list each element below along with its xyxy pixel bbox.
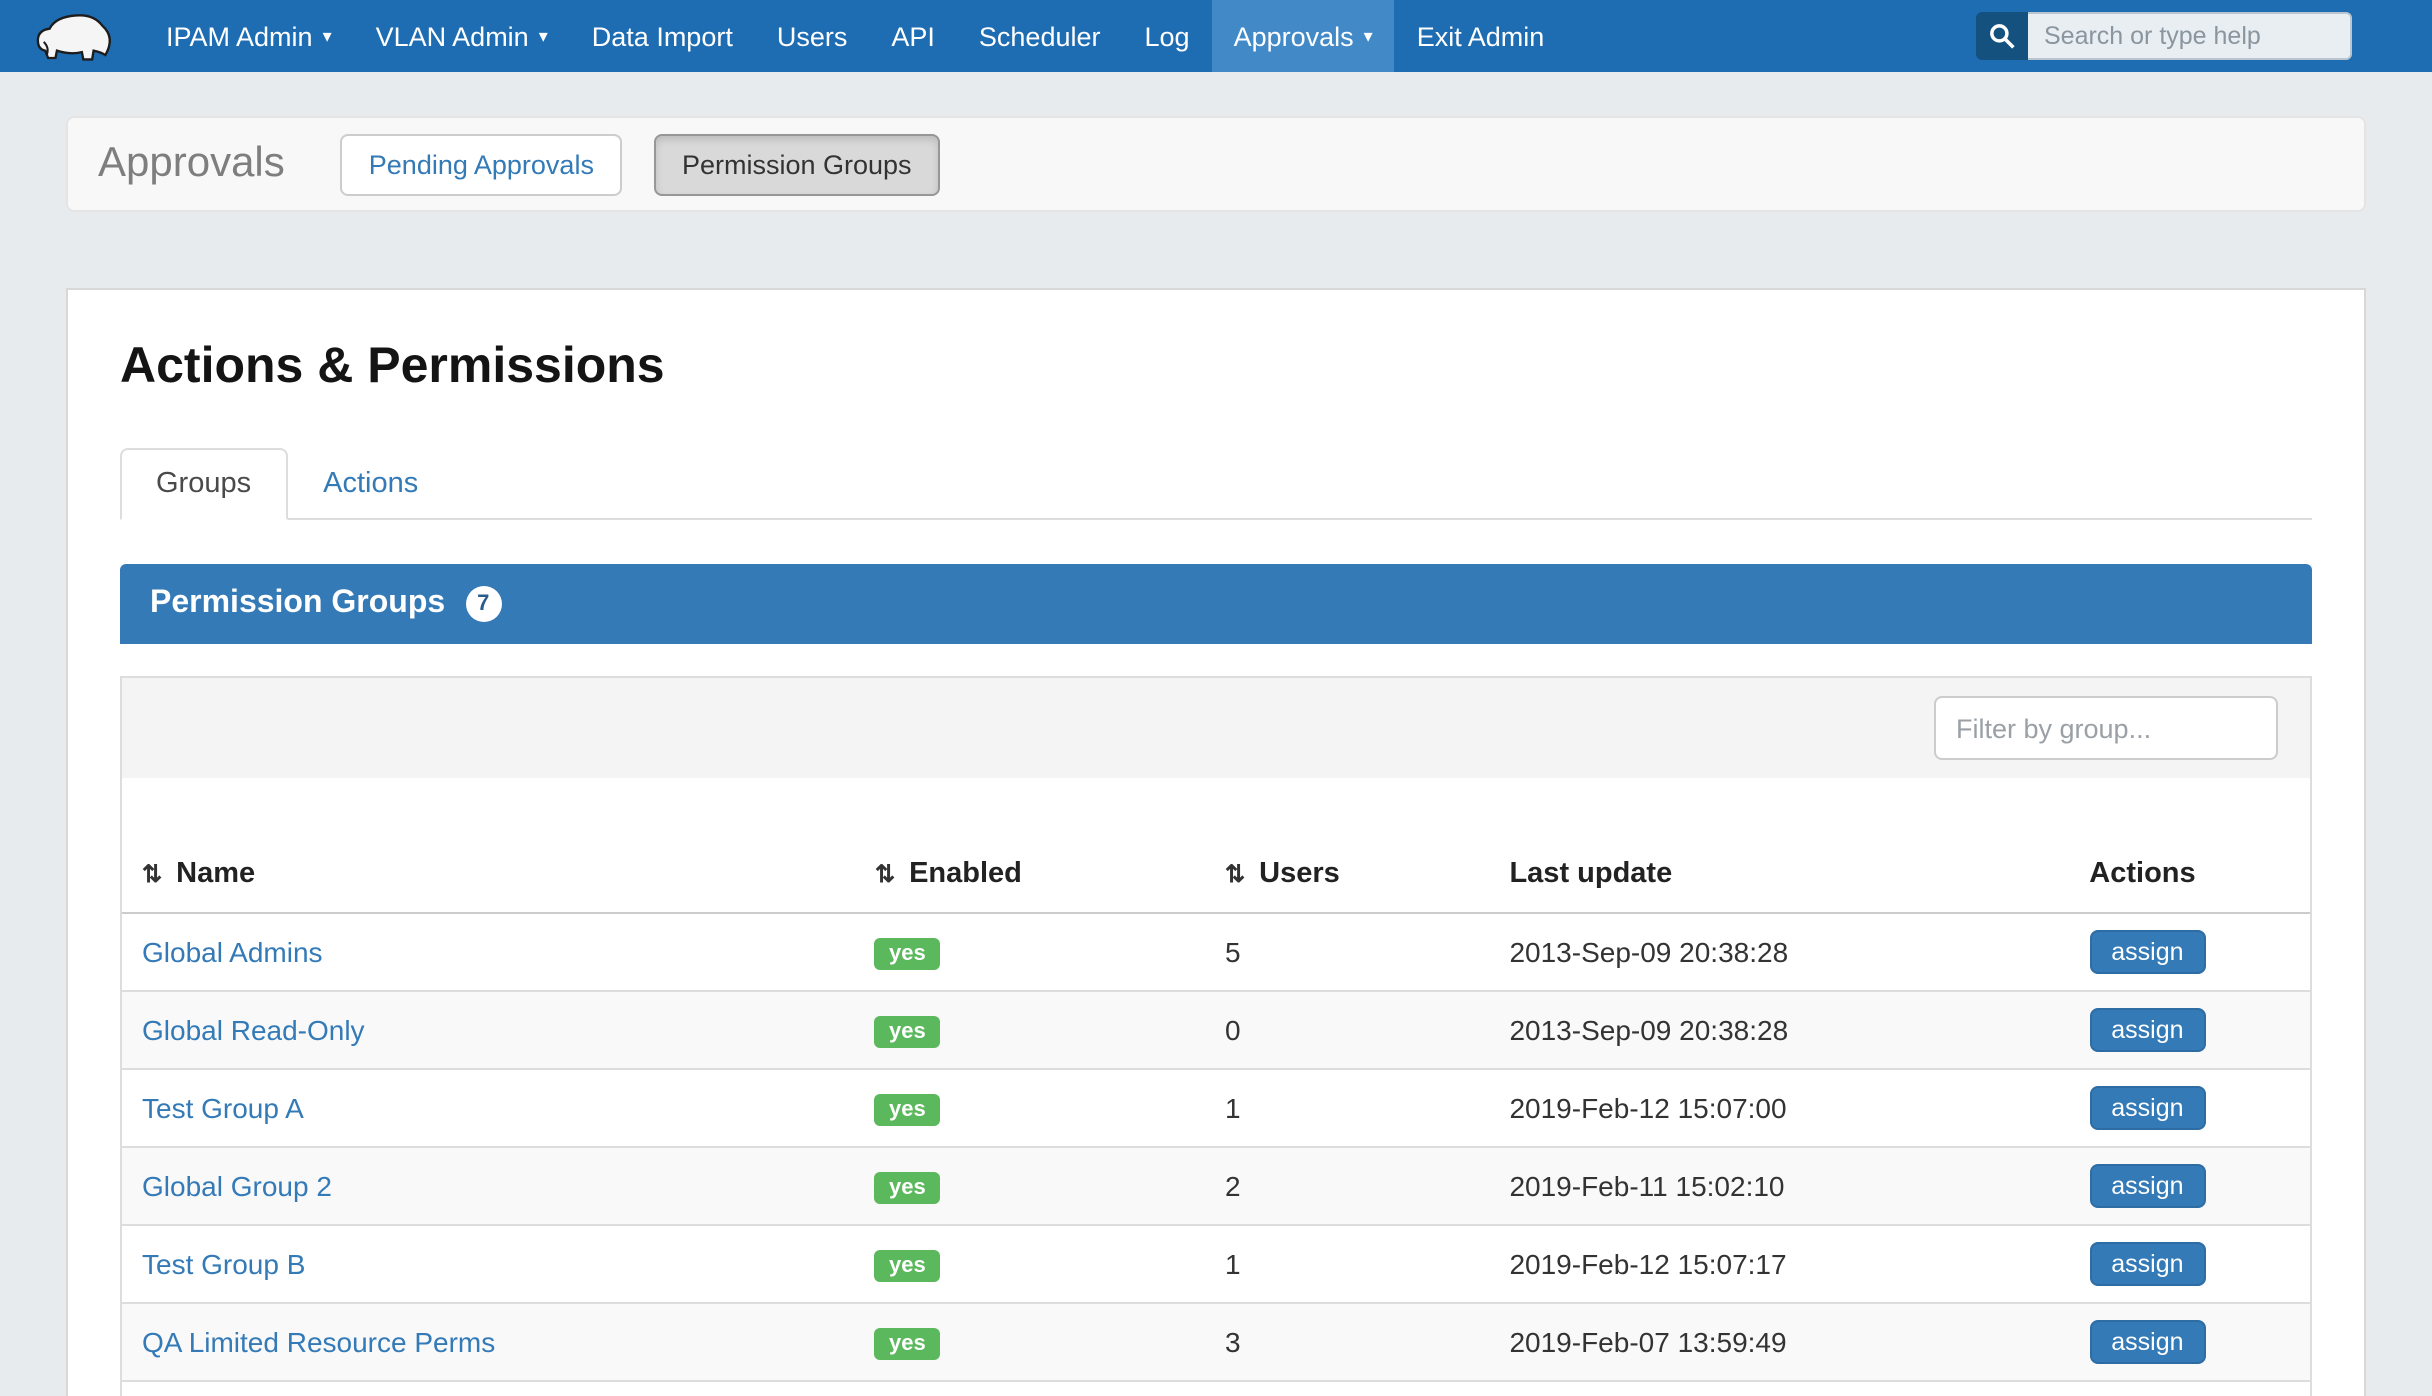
enabled-badge: yes xyxy=(875,1328,940,1360)
column-label: Name xyxy=(176,858,255,890)
search-input[interactable] xyxy=(2028,12,2352,60)
group-name-link[interactable]: Global Group 2 xyxy=(142,1170,332,1202)
last-update: 2013-Sep-09 20:38:28 xyxy=(1489,991,2069,1069)
table-row: Test Group A yes 1 2019-Feb-12 15:07:00 … xyxy=(122,1069,2310,1147)
permission-groups-button[interactable]: Permission Groups xyxy=(654,133,940,195)
table-row: Global Group 2 yes 2 2019-Feb-11 15:02:1… xyxy=(122,1147,2310,1225)
sort-icon: ⇅ xyxy=(142,860,162,888)
chevron-down-icon: ▾ xyxy=(539,27,548,45)
enabled-badge: yes xyxy=(875,1250,940,1282)
assign-button[interactable]: assign xyxy=(2089,1008,2205,1052)
nav-items: IPAM Admin ▾ VLAN Admin ▾ Data Import Us… xyxy=(144,0,1566,72)
users-count: 2 xyxy=(1205,1147,1489,1225)
last-update: 2019-Feb-12 15:07:00 xyxy=(1489,1069,2069,1147)
navbar-search xyxy=(1976,0,2352,72)
count-badge: 7 xyxy=(465,586,501,622)
nav-item-log[interactable]: Log xyxy=(1123,0,1212,72)
table-row: Global Admins yes 5 2013-Sep-09 20:38:28… xyxy=(122,913,2310,991)
pending-approvals-button[interactable]: Pending Approvals xyxy=(341,133,622,195)
nav-item-label: Scheduler xyxy=(979,21,1101,51)
approvals-title: Approvals xyxy=(98,140,285,188)
sort-icon: ⇅ xyxy=(1225,860,1245,888)
last-update: 2019-Feb-11 15:02:10 xyxy=(1489,1147,2069,1225)
column-header-enabled[interactable]: ⇅ Enabled xyxy=(855,842,1205,913)
nav-item-data-import[interactable]: Data Import xyxy=(570,0,755,72)
nav-item-label: Approvals xyxy=(1234,21,1354,51)
nav-item-api[interactable]: API xyxy=(869,0,957,72)
column-header-name[interactable]: ⇅ Name xyxy=(122,842,855,913)
nav-item-label: Exit Admin xyxy=(1417,21,1545,51)
last-update: 2019-Feb-12 15:07:17 xyxy=(1489,1225,2069,1303)
nav-item-label: Data Import xyxy=(592,21,733,51)
enabled-badge: yes xyxy=(875,938,940,970)
nav-item-users[interactable]: Users xyxy=(755,0,870,72)
assign-button[interactable]: assign xyxy=(2089,1086,2205,1130)
approvals-header-bar: Approvals Pending Approvals Permission G… xyxy=(66,116,2366,212)
enabled-badge: yes xyxy=(875,1094,940,1126)
table-row: Test Group B yes 1 2019-Feb-12 15:07:17 … xyxy=(122,1225,2310,1303)
sort-icon: ⇅ xyxy=(875,860,895,888)
group-name-link[interactable]: QA Limited Resource Perms xyxy=(142,1326,495,1358)
page: IPAM Admin ▾ VLAN Admin ▾ Data Import Us… xyxy=(0,0,2432,1396)
users-count: 0 xyxy=(1205,991,1489,1069)
search-icon[interactable] xyxy=(1976,12,2028,60)
users-count: 1 xyxy=(1205,1225,1489,1303)
groups-table-body: Global Admins yes 5 2013-Sep-09 20:38:28… xyxy=(122,913,2310,1396)
logo-mammoth-icon[interactable] xyxy=(32,0,120,72)
nav-item-label: API xyxy=(891,21,935,51)
tabs: Groups Actions xyxy=(120,448,2312,520)
nav-item-label: Users xyxy=(777,21,848,51)
tab-groups[interactable]: Groups xyxy=(120,448,287,520)
assign-button[interactable]: assign xyxy=(2089,1320,2205,1364)
nav-item-label: VLAN Admin xyxy=(376,21,529,51)
users-count: 1 xyxy=(1205,1069,1489,1147)
assign-button[interactable]: assign xyxy=(2089,930,2205,974)
tab-actions[interactable]: Actions xyxy=(287,448,454,520)
column-label: Enabled xyxy=(909,858,1022,890)
nav-item-scheduler[interactable]: Scheduler xyxy=(957,0,1123,72)
chevron-down-icon: ▾ xyxy=(323,27,332,45)
nav-item-exit-admin[interactable]: Exit Admin xyxy=(1395,0,1567,72)
column-header-last-update: Last update xyxy=(1489,842,2069,913)
table-row: QA Limited Resource Perms yes 3 2019-Feb… xyxy=(122,1303,2310,1381)
enabled-badge: yes xyxy=(875,1016,940,1048)
group-name-link[interactable]: Global Admins xyxy=(142,936,323,968)
chevron-down-icon: ▾ xyxy=(1364,27,1373,45)
column-label: Actions xyxy=(2089,858,2195,890)
last-update: 2019-Feb-07 13:59:49 xyxy=(1489,1303,2069,1381)
last-update: 2019-Feb-12 15:08:37 xyxy=(1489,1381,2069,1396)
table-header-row: ⇅Name ⇅Enabled ⇅Users Last update Action xyxy=(122,842,2310,913)
nav-item-approvals[interactable]: Approvals ▾ xyxy=(1212,0,1395,72)
users-count: 5 xyxy=(1205,913,1489,991)
top-navbar: IPAM Admin ▾ VLAN Admin ▾ Data Import Us… xyxy=(0,0,2432,72)
group-name-link[interactable]: Test Group B xyxy=(142,1248,305,1280)
enabled-badge: yes xyxy=(875,1172,940,1204)
actions-permissions-card: Actions & Permissions Groups Actions Per… xyxy=(66,288,2366,1396)
nav-item-label: IPAM Admin xyxy=(166,21,313,51)
users-count: 3 xyxy=(1205,1303,1489,1381)
nav-item-vlan-admin[interactable]: VLAN Admin ▾ xyxy=(354,0,570,72)
page-title: Actions & Permissions xyxy=(120,338,2312,396)
table-toolbar xyxy=(122,678,2310,778)
group-name-link[interactable]: Global Read-Only xyxy=(142,1014,365,1046)
table-row: Global Read-Only yes 0 2013-Sep-09 20:38… xyxy=(122,991,2310,1069)
last-update: 2013-Sep-09 20:38:28 xyxy=(1489,913,2069,991)
column-header-actions: Actions xyxy=(2069,842,2310,913)
permission-groups-panel: ⇅Name ⇅Enabled ⇅Users Last update Action xyxy=(120,676,2312,1396)
assign-button[interactable]: assign xyxy=(2089,1242,2205,1286)
nav-item-label: Log xyxy=(1145,21,1190,51)
table-row: QA TLR Non Admin Group yes 1 2019-Feb-12… xyxy=(122,1381,2310,1396)
group-name-link[interactable]: Test Group A xyxy=(142,1092,304,1124)
assign-button[interactable]: assign xyxy=(2089,1164,2205,1208)
filter-by-group-input[interactable] xyxy=(1934,696,2278,760)
permission-groups-panel-heading: Permission Groups 7 xyxy=(120,564,2312,644)
nav-item-ipam-admin[interactable]: IPAM Admin ▾ xyxy=(144,0,354,72)
permission-groups-table: ⇅Name ⇅Enabled ⇅Users Last update Action xyxy=(122,842,2310,1396)
column-header-users[interactable]: ⇅ Users xyxy=(1205,842,1489,913)
column-label: Users xyxy=(1259,858,1340,890)
users-count: 1 xyxy=(1205,1381,1489,1396)
column-label: Last update xyxy=(1509,858,1672,890)
panel-title: Permission Groups xyxy=(150,586,445,622)
